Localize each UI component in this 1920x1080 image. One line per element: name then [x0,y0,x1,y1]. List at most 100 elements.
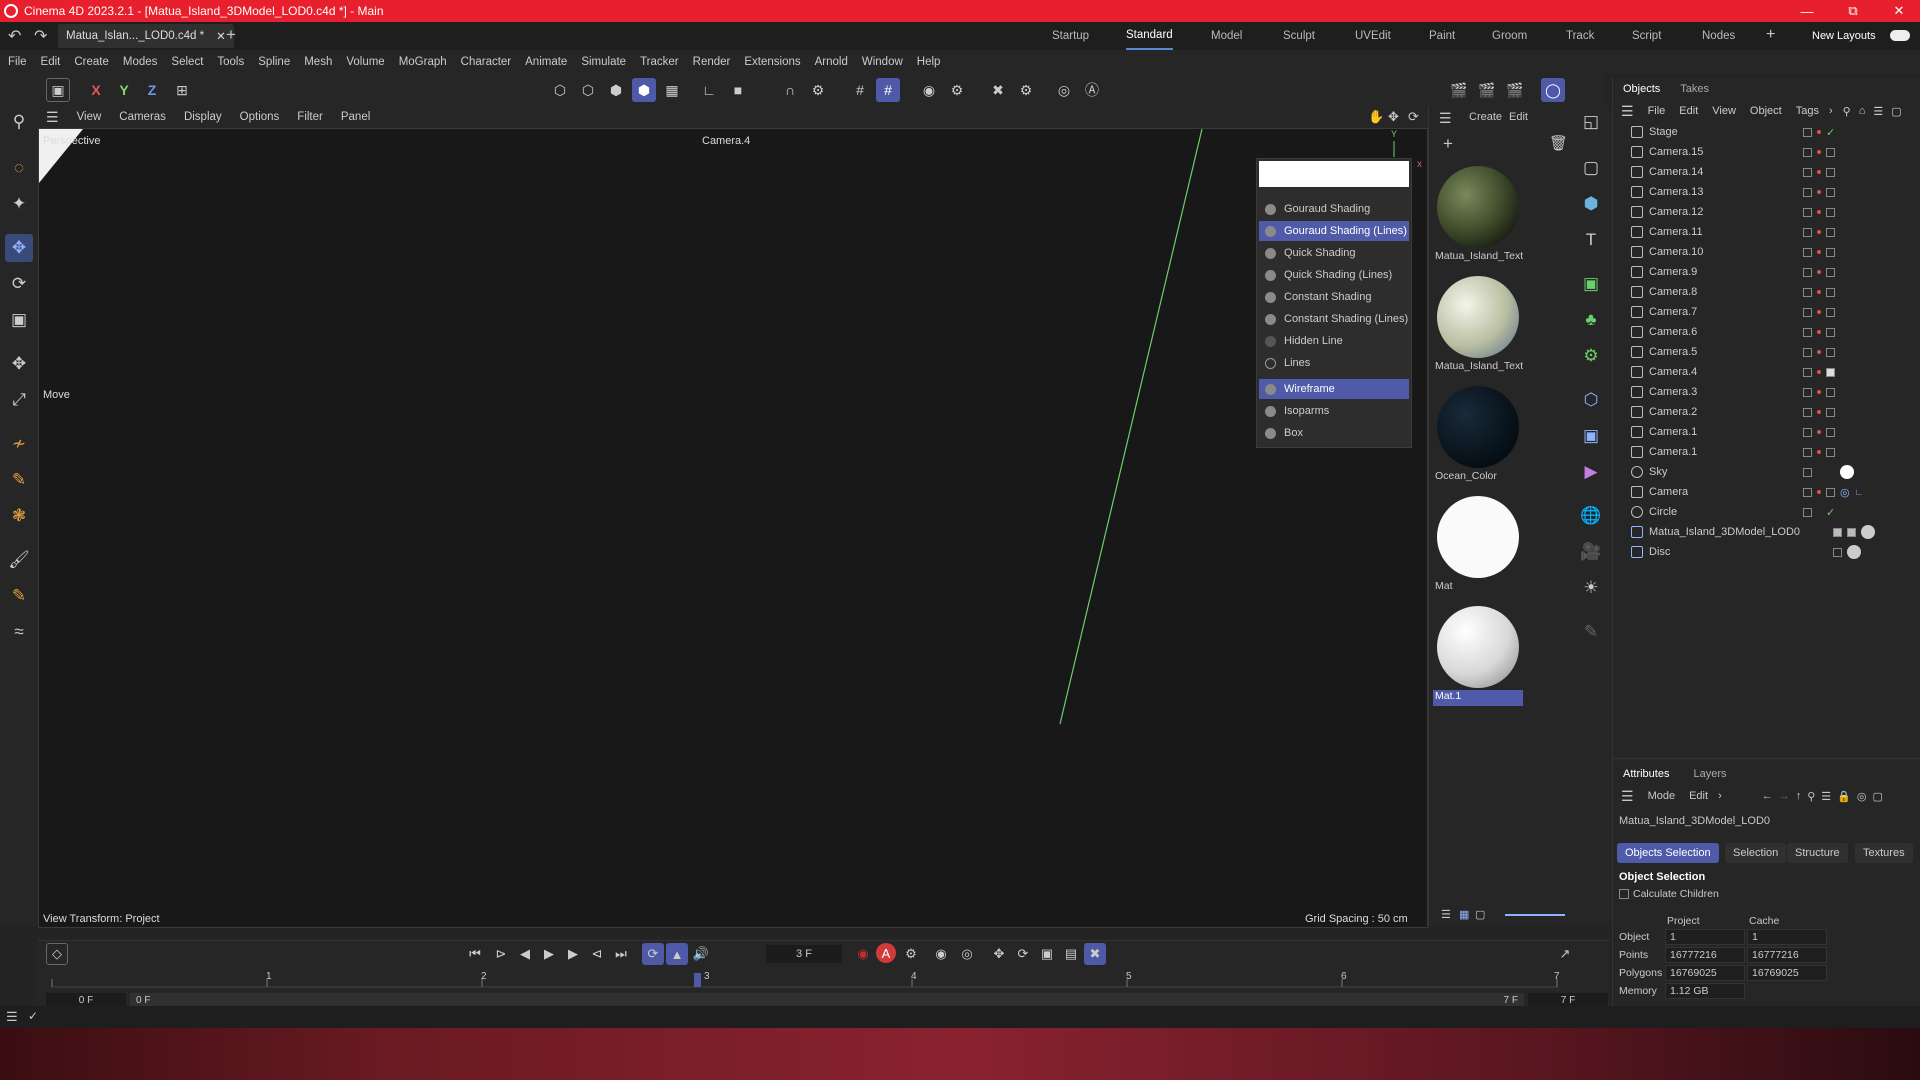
close-menu-icon[interactable]: x [1417,159,1422,170]
shading-lines[interactable]: Lines [1259,353,1409,373]
camera-tag-icon[interactable] [1826,387,1835,397]
visibility-dot[interactable] [1817,210,1821,214]
shading-wireframe[interactable]: Wireframe [1259,379,1409,399]
timeline-window-icon[interactable]: ↗ [1554,943,1576,965]
material-matua-island-text-1[interactable]: Matua_Island_Text [1433,162,1523,267]
tab-sculpt[interactable]: Sculpt [1283,22,1315,50]
vp-menu-options[interactable]: Options [240,111,280,123]
scale-tool-icon[interactable]: ▣ [5,306,33,334]
timeline-ruler[interactable] [38,969,1610,989]
camera-tag-icon[interactable] [1826,307,1835,317]
new-window-icon[interactable]: ▢ [1891,105,1901,118]
more-chevron-icon[interactable]: › [1718,790,1722,802]
field-icon[interactable]: ▣ [1577,422,1605,450]
render-view-icon[interactable]: 🎬 [1447,78,1471,102]
tab-uvedit[interactable]: UVEdit [1355,22,1391,50]
previous-key-icon[interactable]: ⊳ [490,943,512,965]
list-item[interactable]: Camera.7 [1613,302,1920,322]
settings-gear-icon[interactable]: ⚙ [1577,342,1605,370]
menu-window[interactable]: Window [862,56,903,68]
snap-magnet-icon[interactable]: ∩ [778,78,802,102]
frame-range-slider[interactable]: 0 F 7 F [130,993,1524,1007]
tab-layers[interactable]: Layers [1693,768,1726,780]
subtab-structure[interactable]: Structure [1787,843,1848,863]
menu-arnold[interactable]: Arnold [815,56,848,68]
next-frame-icon[interactable]: ▶ [562,943,584,965]
list-item[interactable]: Camera.1 [1613,442,1920,462]
current-frame-field[interactable]: 3 F [766,945,842,963]
axis-x-button[interactable]: X [84,78,108,102]
camera-tag-icon[interactable] [1826,187,1835,197]
target-tag-icon[interactable]: ◎ [1840,486,1850,499]
key-selection-icon[interactable]: ◎ [956,943,978,965]
viewport[interactable]: Perspective Camera.4 Y x Move View Trans… [38,128,1428,928]
modeling-settings-icon[interactable]: ⚙ [1014,78,1038,102]
visibility-dot[interactable] [1817,490,1821,494]
visibility-dot[interactable] [1817,330,1821,334]
mat-menu-edit[interactable]: Edit [1509,111,1528,123]
workplane-icon[interactable]: # [876,78,900,102]
snap-settings-icon[interactable]: ⚙ [806,78,830,102]
shading-constant[interactable]: Constant Shading [1259,287,1409,307]
camera-tag-icon[interactable] [1826,327,1835,337]
render-settings-icon[interactable]: ◎ [1052,78,1076,102]
delete-material-icon[interactable]: 🗑 [1549,134,1568,152]
axis-z-button[interactable]: Z [140,78,164,102]
large-view-icon[interactable]: ▢ [1475,908,1485,921]
visibility-dot[interactable] [1817,430,1821,434]
camera-object-icon[interactable]: ◱ [1577,108,1605,136]
subtab-selection[interactable]: Selection [1725,843,1787,863]
attr-filter-icon[interactable]: ☰ [1821,790,1831,803]
calculate-children-checkbox[interactable] [1619,889,1629,899]
axis-mode-icon[interactable]: ∟ [697,78,721,102]
subtab-objects-selection[interactable]: Objects Selection [1617,843,1719,863]
list-item[interactable]: Camera.12 [1613,202,1920,222]
playhead[interactable] [694,973,701,987]
visibility-dot[interactable] [1817,290,1821,294]
redshift-icon[interactable]: ◯ [1541,78,1565,102]
list-item[interactable]: Camera.11 [1613,222,1920,242]
sound-icon[interactable]: 🔊 [690,943,712,965]
shading-hidden-line[interactable]: Hidden Line [1259,331,1409,351]
layer-flag[interactable] [1803,287,1812,297]
loop-icon[interactable]: ⟳ [642,943,664,965]
status-check-icon[interactable]: ✓ [28,1009,38,1023]
menu-volume[interactable]: Volume [346,56,384,68]
transform-tool-icon[interactable]: ✥ [5,350,33,378]
camera-tag-icon[interactable] [1826,227,1835,237]
subtab-textures[interactable]: Textures [1855,843,1913,863]
menu-edit[interactable]: Edit [41,56,61,68]
edges-mode-icon[interactable]: ⬡ [576,78,600,102]
more-chevron-icon[interactable]: › [1829,105,1833,117]
camera-tag-icon[interactable] [1826,407,1835,417]
points-mode-icon[interactable]: ⬡ [548,78,572,102]
camera-tool-icon[interactable]: 🎥 [1577,538,1605,566]
visibility-dot[interactable] [1817,390,1821,394]
rotate-tool-icon[interactable]: ⟳ [5,270,33,298]
menu-help[interactable]: Help [917,56,941,68]
list-item[interactable]: Camera.4 [1613,362,1920,382]
scale-key-icon[interactable]: ▣ [1036,943,1058,965]
check-icon[interactable]: ✓ [1826,126,1835,139]
keyframe-icon[interactable]: ◇ [46,943,68,965]
key-lock-icon[interactable]: ◉ [930,943,952,965]
menu-create[interactable]: Create [74,56,109,68]
edit-icon[interactable]: ✎ [1577,618,1605,646]
shading-gouraud[interactable]: Gouraud Shading [1259,199,1409,219]
object-mode-icon[interactable]: ⬢ [632,78,656,102]
menu-character[interactable]: Character [461,56,512,68]
back-arrow-icon[interactable]: ← [1762,790,1773,802]
list-item[interactable]: Camera.6 [1613,322,1920,342]
menu-extensions[interactable]: Extensions [744,56,800,68]
symmetry-icon[interactable]: ✖ [986,78,1010,102]
edit-render-settings-icon[interactable]: 🎬 [1503,78,1527,102]
list-view-icon[interactable]: ☰ [1441,908,1451,921]
tab-startup[interactable]: Startup [1052,22,1089,50]
spline-pen-icon[interactable]: ≁ [5,430,33,458]
list-item[interactable]: Sky [1613,462,1920,482]
list-item[interactable]: Camera.8 [1613,282,1920,302]
axis-y-button[interactable]: Y [112,78,136,102]
layer-flag[interactable] [1803,347,1812,357]
list-item[interactable]: Camera.2 [1613,402,1920,422]
spline-smooth-icon[interactable]: ❃ [5,502,33,530]
